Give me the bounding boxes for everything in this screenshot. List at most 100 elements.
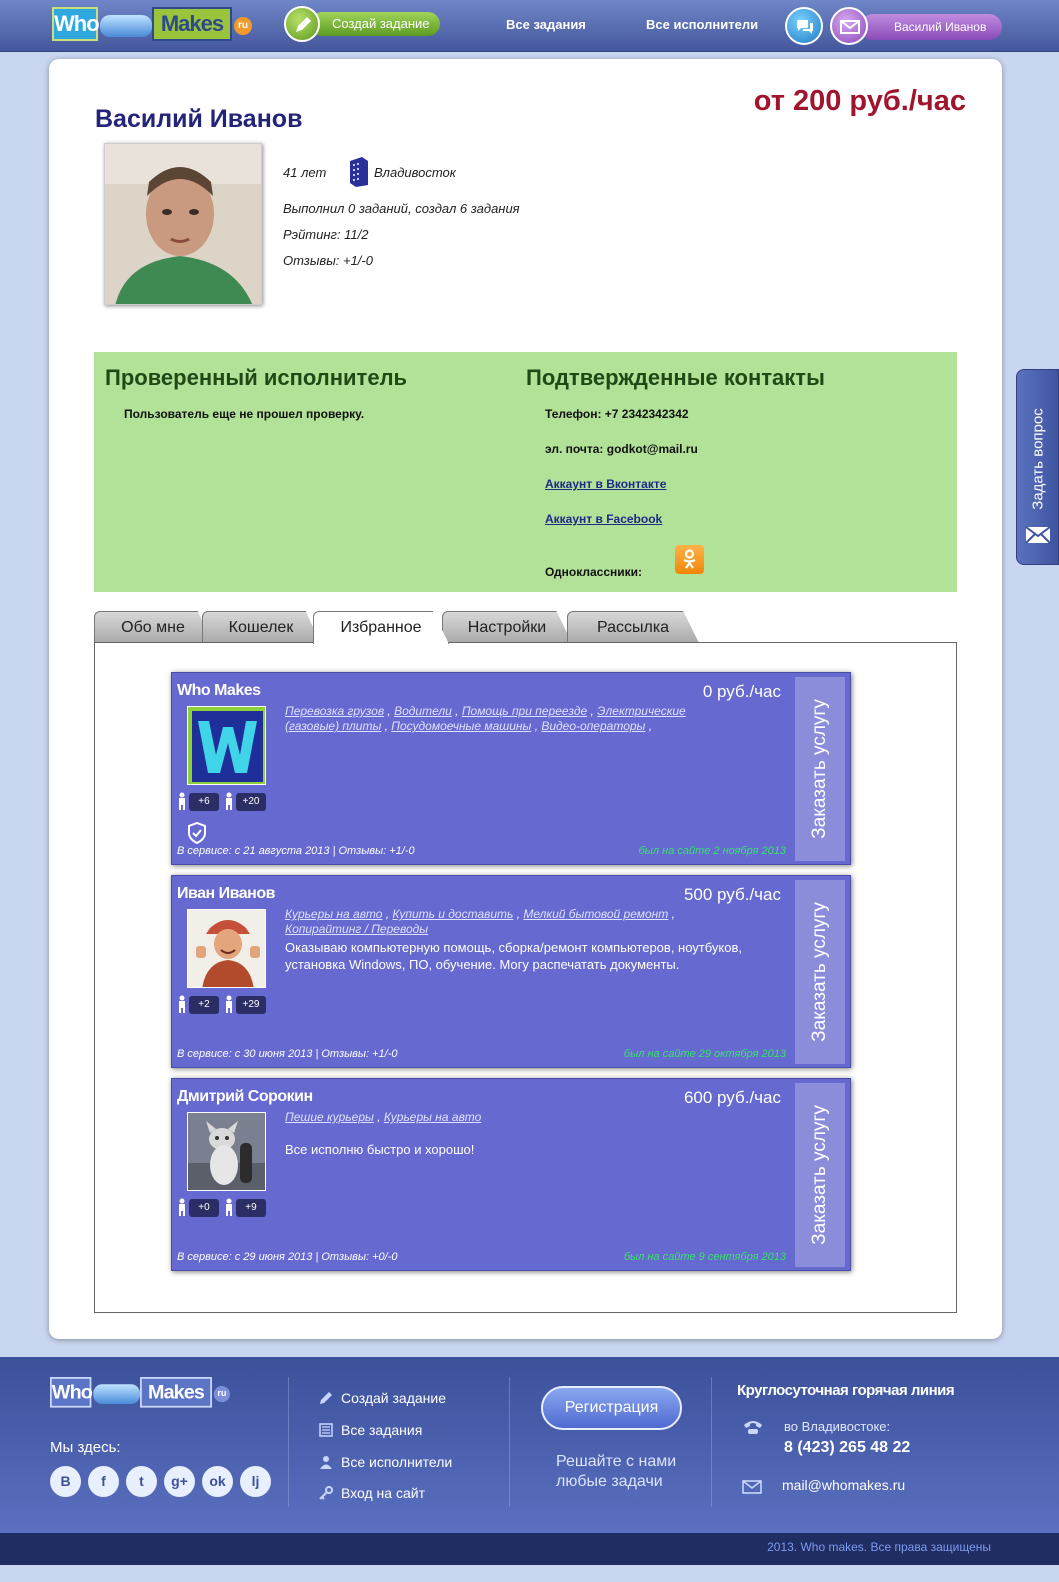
favorite-since: В сервисе: с 30 июня 2013 | Отзывы: +1/-… bbox=[177, 1048, 398, 1060]
favorite-categories: Перевозка грузов , Водители , Помощь при… bbox=[285, 704, 686, 733]
facebook-icon[interactable]: f bbox=[88, 1466, 119, 1497]
odnoklassniki-icon[interactable]: ok bbox=[202, 1466, 233, 1497]
vk-icon[interactable]: B bbox=[50, 1466, 81, 1497]
pencil-icon bbox=[320, 1392, 332, 1404]
verification-panel: Проверенный исполнитель Пользователь еще… bbox=[94, 352, 957, 592]
category-link[interactable]: Мелкий бытовой ремонт bbox=[523, 907, 668, 921]
tab-wallet[interactable]: Кошелек bbox=[202, 611, 320, 643]
logo-ru: ru bbox=[213, 1386, 230, 1403]
category-link[interactable]: Посудомоечные машины bbox=[391, 719, 531, 733]
counter-value: +6 bbox=[189, 793, 219, 811]
envelope-icon bbox=[1025, 526, 1051, 544]
envelope-icon bbox=[742, 1480, 762, 1494]
counter-value: +20 bbox=[236, 793, 266, 811]
favorite-avatar[interactable] bbox=[187, 706, 266, 785]
footer-divider bbox=[288, 1377, 289, 1507]
category-link[interactable]: Пешие курьеры bbox=[285, 1110, 374, 1124]
footer-slogan: Решайте с нами любые задачи bbox=[556, 1452, 676, 1492]
favorite-description: Оказываю компьютерную помощь, сборка/рем… bbox=[285, 940, 742, 972]
messages-icon[interactable] bbox=[830, 7, 868, 45]
register-button[interactable]: Регистрация bbox=[541, 1386, 682, 1430]
favorite-avatar[interactable] bbox=[187, 1112, 266, 1191]
google-plus-icon[interactable]: g+ bbox=[164, 1466, 195, 1497]
footer-logo[interactable]: Who Makes ru bbox=[50, 1377, 230, 1409]
profile-rating: Рэйтинг: 11/2 bbox=[283, 227, 369, 242]
footer-link-label: Вход на сайт bbox=[341, 1485, 425, 1501]
copyright-bar: 2013. Who makes. Все права защищены bbox=[0, 1533, 1059, 1565]
livejournal-icon[interactable]: lj bbox=[240, 1466, 271, 1497]
person-icon bbox=[179, 995, 185, 1013]
favorite-price: 0 руб./час bbox=[702, 682, 781, 701]
favorite-since: В сервисе: с 21 августа 2013 | Отзывы: +… bbox=[177, 845, 415, 857]
profile-card: Василий Иванов от 200 руб./час 41 лет Вл… bbox=[49, 59, 1002, 1339]
user-menu[interactable]: Василий Иванов bbox=[860, 14, 1002, 40]
create-task-button[interactable]: Создай задание bbox=[284, 6, 440, 42]
copyright: 2013. Who makes. Все права защищены bbox=[767, 1540, 991, 1554]
favorite-avatar[interactable] bbox=[187, 909, 266, 988]
favorite-price: 500 руб./час bbox=[683, 885, 781, 904]
contacts-title: Подтвержденные контакты bbox=[526, 365, 825, 390]
category-link[interactable]: Курьеры на авто bbox=[285, 907, 382, 921]
order-service-label: Заказать услугу bbox=[809, 1105, 830, 1245]
nav-all-tasks[interactable]: Все задания bbox=[506, 17, 586, 32]
favorite-counters: +2 +29 bbox=[177, 994, 272, 1014]
site-logo[interactable]: Who Makes ru bbox=[52, 7, 252, 43]
vk-link[interactable]: Аккаунт в Вконтакте bbox=[545, 477, 666, 491]
favorite-since: В сервисе: с 29 июня 2013 | Отзывы: +0/-… bbox=[177, 1251, 398, 1263]
hotline-city: во Владивостоке: bbox=[784, 1419, 891, 1434]
hotline-title: Круглосуточная горячая линия bbox=[737, 1382, 955, 1399]
building-icon bbox=[348, 155, 370, 192]
odnoklassniki-icon[interactable] bbox=[675, 545, 704, 574]
person-icon bbox=[226, 995, 232, 1013]
category-link[interactable]: Видео-операторы bbox=[541, 719, 645, 733]
tab-favorites[interactable]: Избранное bbox=[313, 611, 449, 644]
category-link[interactable]: Копирайтинг / Переводы bbox=[285, 922, 428, 936]
profile-age: 41 лет bbox=[283, 165, 327, 180]
counter-value: +0 bbox=[189, 1199, 219, 1217]
key-icon bbox=[319, 1486, 333, 1500]
favorite-description: Все исполню быстро и хорошо! bbox=[285, 1142, 475, 1157]
favorite-card[interactable]: Иван Иванов 500 руб./час Курьеры на авто… bbox=[171, 875, 851, 1068]
profile-tabs: Обо мне Кошелек Избранное Настройки Расс… bbox=[94, 611, 714, 644]
tab-mailing[interactable]: Рассылка bbox=[567, 611, 699, 643]
order-service-label: Заказать услугу bbox=[809, 902, 830, 1042]
contact-phone: Телефон: +7 2342342342 bbox=[545, 407, 689, 421]
favorite-categories: Курьеры на авто , Купить и доставить , М… bbox=[285, 907, 675, 936]
phone-icon bbox=[744, 1421, 762, 1434]
facebook-link[interactable]: Аккаунт в Facebook bbox=[545, 512, 662, 526]
favorite-name[interactable]: Дмитрий Сорокин bbox=[177, 1088, 313, 1106]
order-service-button[interactable]: Заказать услугу bbox=[795, 880, 845, 1064]
hotline-phone[interactable]: 8 (423) 265 48 22 bbox=[784, 1439, 910, 1457]
category-link[interactable]: Перевозка грузов bbox=[285, 704, 384, 718]
favorite-card[interactable]: Who Makes 0 руб./час Перевозка грузов , … bbox=[171, 672, 851, 865]
twitter-icon[interactable]: t bbox=[126, 1466, 157, 1497]
favorite-name[interactable]: Иван Иванов bbox=[177, 885, 275, 903]
footer-divider bbox=[509, 1377, 510, 1507]
ok-label: Одноклассники: bbox=[545, 565, 643, 579]
footer-email[interactable]: mail@whomakes.ru bbox=[782, 1477, 905, 1493]
category-link[interactable]: Купить и доставить bbox=[392, 907, 513, 921]
person-icon bbox=[226, 1198, 232, 1216]
footer-link-label: Все исполнители bbox=[341, 1454, 453, 1470]
shield-check-icon bbox=[188, 822, 206, 844]
counter-value: +29 bbox=[236, 996, 266, 1014]
favorite-name[interactable]: Who Makes bbox=[177, 682, 261, 700]
tab-about[interactable]: Обо мне bbox=[94, 611, 212, 643]
category-link[interactable]: Курьеры на авто bbox=[384, 1110, 481, 1124]
favorite-price: 600 руб./час bbox=[683, 1088, 781, 1107]
nav-all-performers[interactable]: Все исполнители bbox=[646, 17, 758, 32]
tab-settings[interactable]: Настройки bbox=[442, 611, 572, 643]
favorite-last-online: был на сайте 2 ноября 2013 bbox=[638, 845, 786, 857]
favorite-counters: +0 +9 bbox=[177, 1197, 272, 1217]
logo-handshake-icon bbox=[93, 1384, 140, 1404]
slogan-line-1: Решайте с нами bbox=[556, 1453, 677, 1470]
order-service-button[interactable]: Заказать услугу bbox=[795, 1083, 845, 1267]
ask-question-tab[interactable]: Задать вопрос bbox=[1016, 369, 1059, 565]
category-link[interactable]: Помощь при переезде bbox=[462, 704, 587, 718]
contact-email: эл. почта: godkot@mail.ru bbox=[545, 442, 698, 456]
favorite-card[interactable]: Дмитрий Сорокин 600 руб./час Пешие курье… bbox=[171, 1078, 851, 1271]
chat-icon[interactable] bbox=[785, 7, 823, 45]
order-service-button[interactable]: Заказать услугу bbox=[795, 677, 845, 861]
footer-divider bbox=[711, 1377, 712, 1507]
category-link[interactable]: Водители bbox=[394, 704, 452, 718]
